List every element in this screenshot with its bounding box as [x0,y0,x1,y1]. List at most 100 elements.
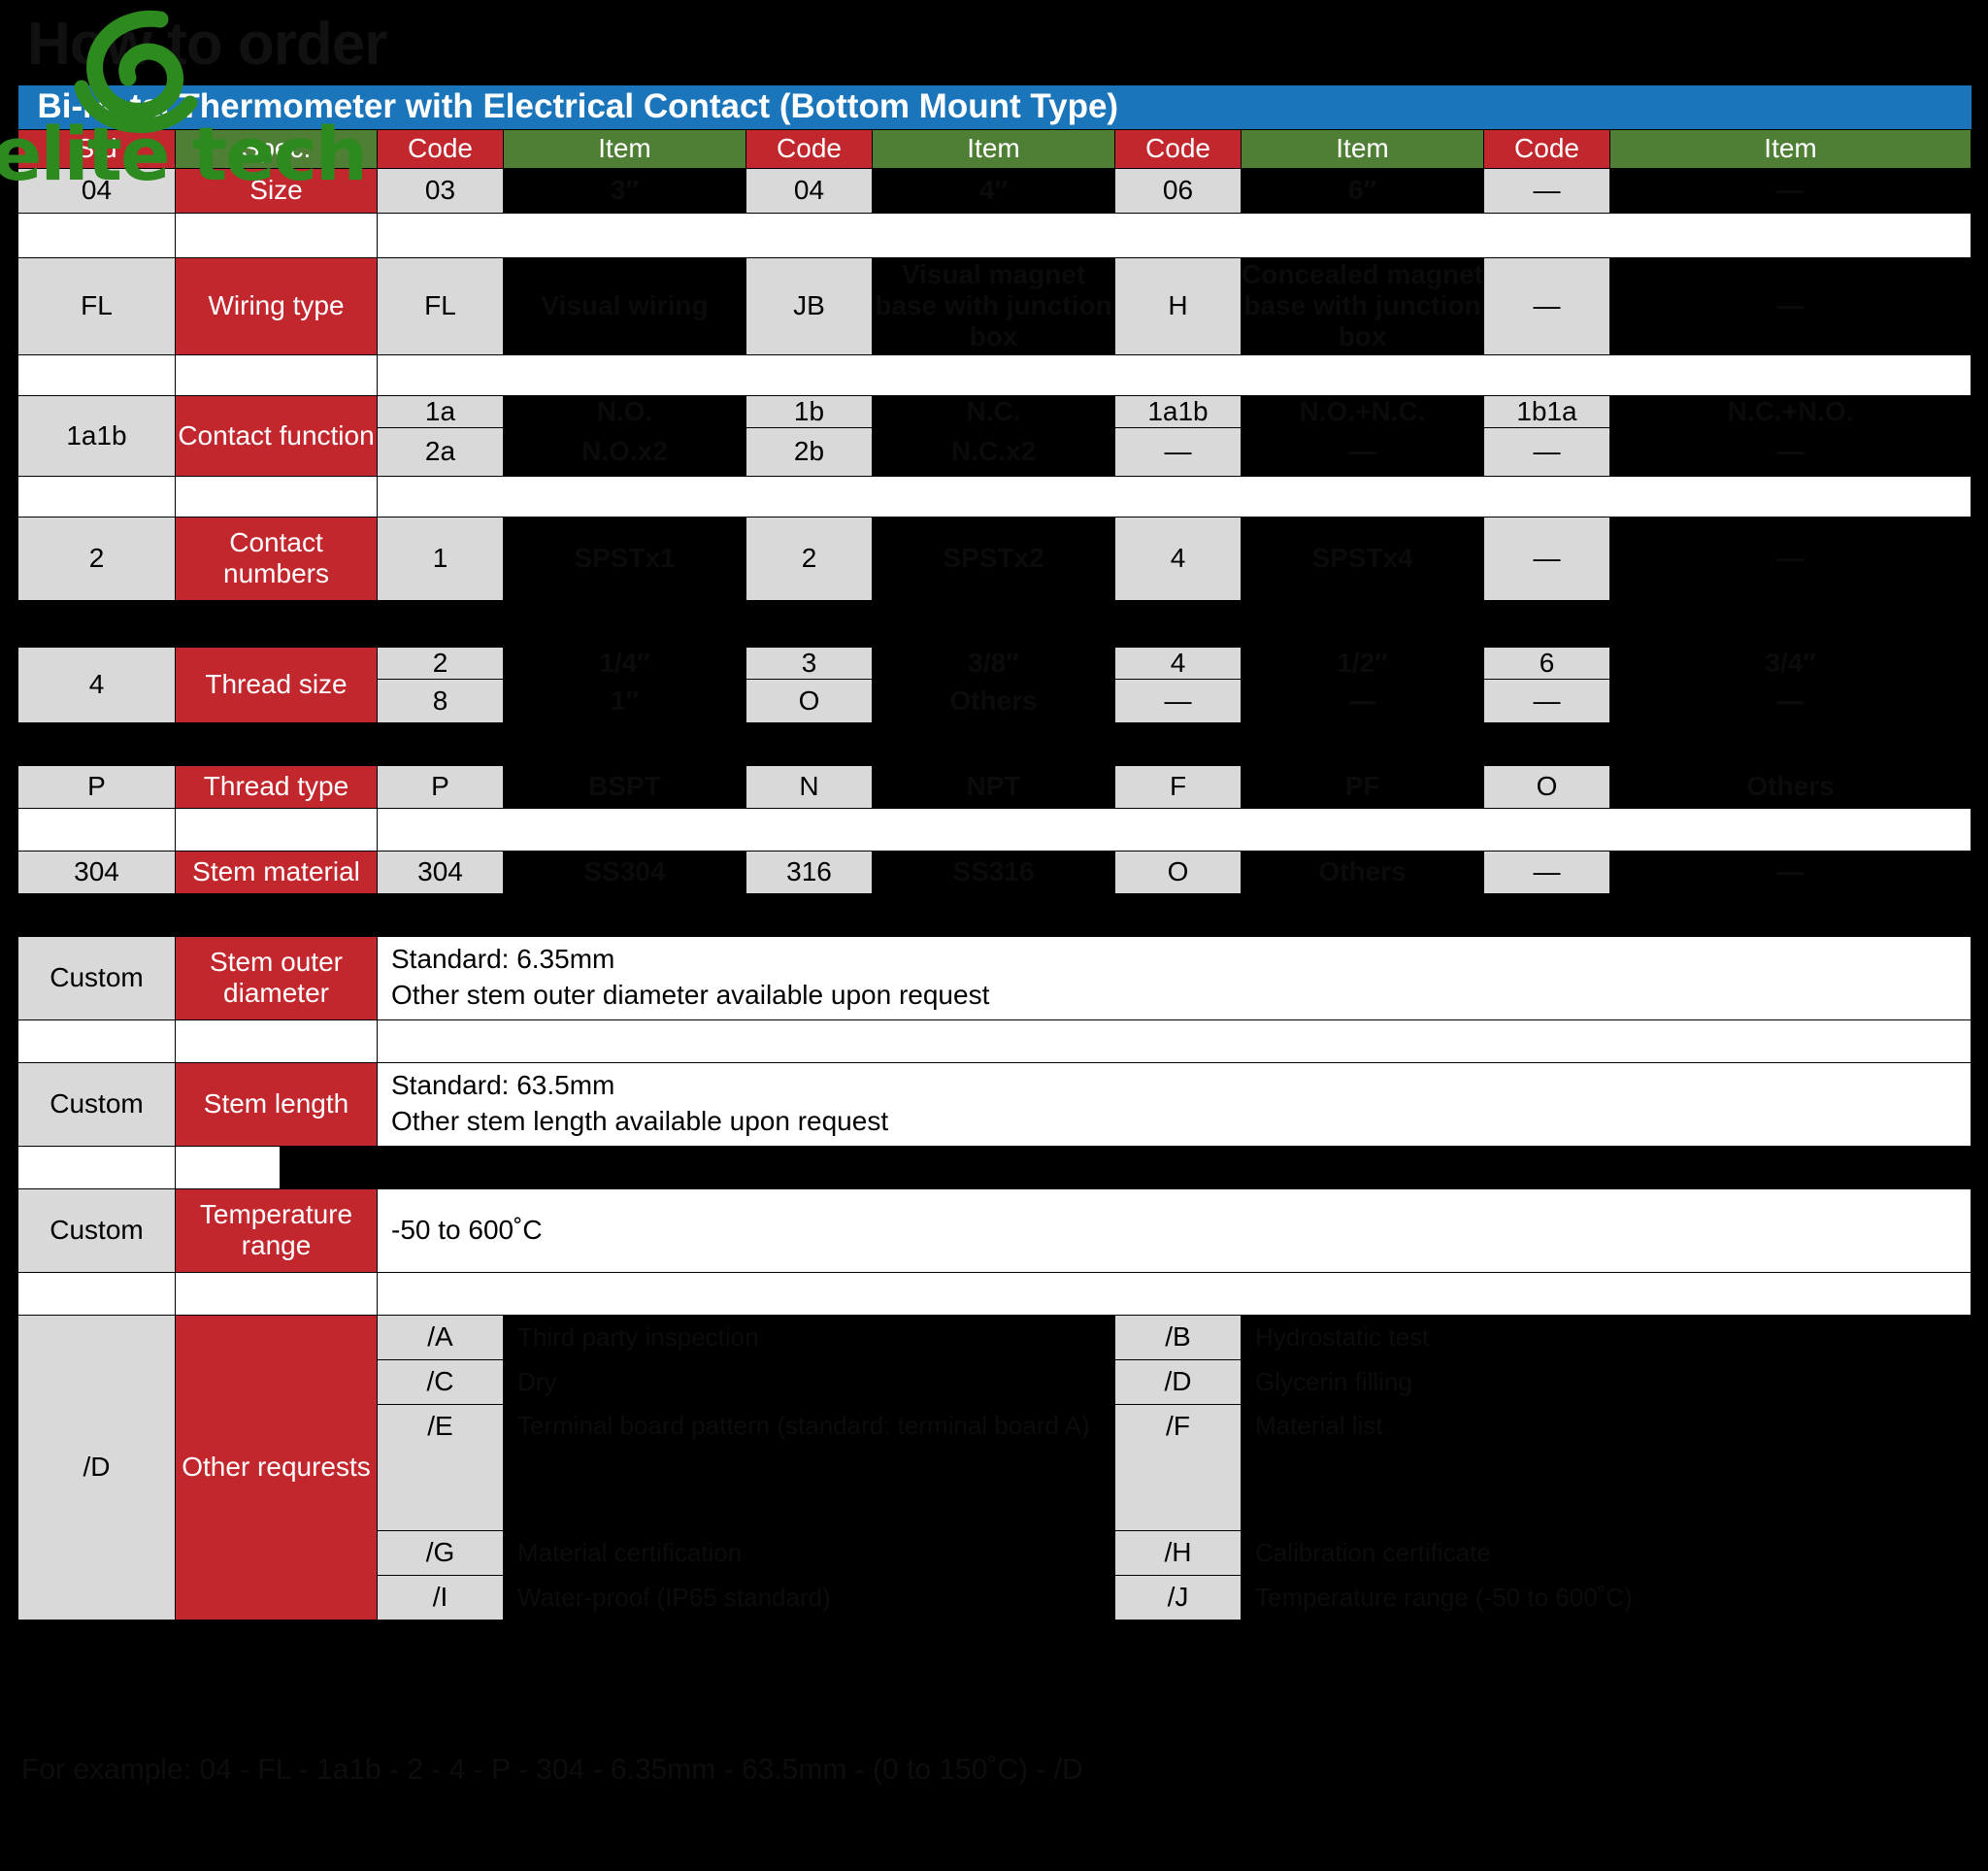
header-spec: Spec. [175,128,378,169]
header-item-1: Item [503,128,746,169]
cell-item: Concealed magnet base with junction box [1241,256,1484,355]
table-row: 304 Stem material 304 SS304 316 SS316 O … [17,850,1972,894]
spacer-cell [376,807,1972,852]
page-title: How to order [27,11,387,78]
cell-item: — [1241,426,1484,477]
cell-code: 2 [746,516,873,601]
cell-spec: Wiring type [175,256,378,355]
cell-code: 6 [1483,646,1610,680]
spacer-cell [17,1145,176,1189]
cell-code: /B [1114,1314,1242,1360]
spacer-cell [376,212,1972,258]
cell-code: 1b [746,394,873,428]
cell-code: /G [377,1529,504,1576]
cell-code: /D [1114,1358,1242,1405]
cell-code: /A [377,1314,504,1360]
custom-line-1: Standard: 63.5mm [391,1070,615,1101]
header-code-4: Code [1483,128,1610,169]
cell-code: — [1483,850,1610,894]
table-row: 2 Contact numbers 1 SPSTx1 2 SPSTx2 4 SP… [17,516,1972,601]
cell-code: — [1114,678,1242,723]
cell-item: Calibration certificate [1240,1529,1972,1576]
cell-item: 3/8″ [872,646,1115,680]
cell-code: 1 [377,516,504,601]
cell-spec: Contact function [175,394,378,477]
cell-item: 1″ [503,678,746,723]
cell-custom-value: Standard: 63.5mm Other stem length avail… [376,1061,1972,1147]
custom-line-1: Standard: 6.35mm [391,944,615,975]
cell-spec: Thread size [175,646,378,723]
cell-spec: Size [175,167,378,214]
cell-item: SPSTx2 [872,516,1115,601]
cell-spec: Stem outer diameter [175,935,378,1020]
cell-code: 4 [1114,516,1242,601]
table-row: P Thread type P BSPT N NPT F PF O Others [17,764,1972,809]
cell-item: N.C.+N.O. [1608,394,1972,428]
cell-item: Material certification [503,1529,1115,1576]
cell-item: — [1608,850,1972,894]
spacer-cell [376,475,1972,518]
cell-item: 1/2″ [1241,646,1484,680]
spacer-cell [175,353,378,396]
cell-code: 2a [377,426,504,477]
product-title: Bi-Metal Thermometer with Electrical Con… [17,85,1971,129]
cell-spec: Stem material [175,850,378,894]
cell-code: — [1483,678,1610,723]
header-item-2: Item [872,128,1115,169]
spacer-row [17,1019,1972,1063]
cell-item: Others [1608,764,1972,809]
cell-code: O [746,678,873,723]
cell-code: /E [377,1403,504,1531]
cell-item: — [1608,516,1972,601]
cell-code: O [1483,764,1610,809]
cell-code: /H [1114,1529,1242,1576]
cell-item: N.C. [872,394,1115,428]
spacer-cell [376,1019,1972,1063]
cell-code: 1b1a [1483,394,1610,428]
cell-item: Hydrostatic test [1240,1314,1972,1360]
cell-spec: Contact numbers [175,516,378,601]
cell-item: 3″ [503,167,746,214]
cell-std: FL [17,256,176,355]
cell-item: Third party inspection [503,1314,1115,1360]
cell-item: SPSTx1 [503,516,746,601]
cell-code: — [1483,426,1610,477]
spacer-row [17,1145,1971,1189]
cell-item: Glycerin filling [1240,1358,1972,1405]
cell-item: N.O. [503,394,746,428]
cell-code: O [1114,850,1242,894]
cell-item: Water-proof (IP65 standard) [503,1574,1115,1620]
spacer-row [17,212,1972,258]
cell-code: H [1114,256,1242,355]
cell-item: — [1608,426,1972,477]
table-row: FL Wiring type FL Visual wiring JB Visua… [17,256,1972,355]
cell-code: JB [746,256,873,355]
cell-item: 3/4″ [1608,646,1972,680]
custom-line-2: Other stem outer diameter available upon… [391,980,990,1011]
cell-code: — [1483,167,1610,214]
cell-item: NPT [872,764,1115,809]
cell-item: SPSTx4 [1241,516,1484,601]
spacer-cell [17,600,1971,648]
order-example-footnote: For example: 04 - FL - 1a1b - 2 - 4 - P … [21,1754,1083,1786]
spacer-cell [376,353,1972,396]
spacer-row [17,722,1971,766]
cell-item: Material list [1240,1403,1972,1531]
cell-code: FL [377,256,504,355]
cell-code: 04 [746,167,873,214]
cell-item: 4″ [872,167,1115,214]
header-code-2: Code [746,128,873,169]
spacer-row [17,600,1971,648]
spacer-cell [175,212,378,258]
cell-item: N.C.x2 [872,426,1115,477]
cell-std: Custom [17,1061,176,1147]
spacer-cell [175,1145,281,1189]
cell-spec: Other requrests [175,1314,378,1620]
cell-code: 1a1b [1114,394,1242,428]
cell-code: 316 [746,850,873,894]
table-row-custom: Custom Stem outer diameter Standard: 6.3… [17,935,1972,1020]
cell-item: — [1608,678,1972,723]
cell-std: 4 [17,646,176,723]
spacer-row [17,893,1971,937]
table-row: 04 Size 03 3″ 04 4″ 06 6″ — — [17,167,1972,214]
